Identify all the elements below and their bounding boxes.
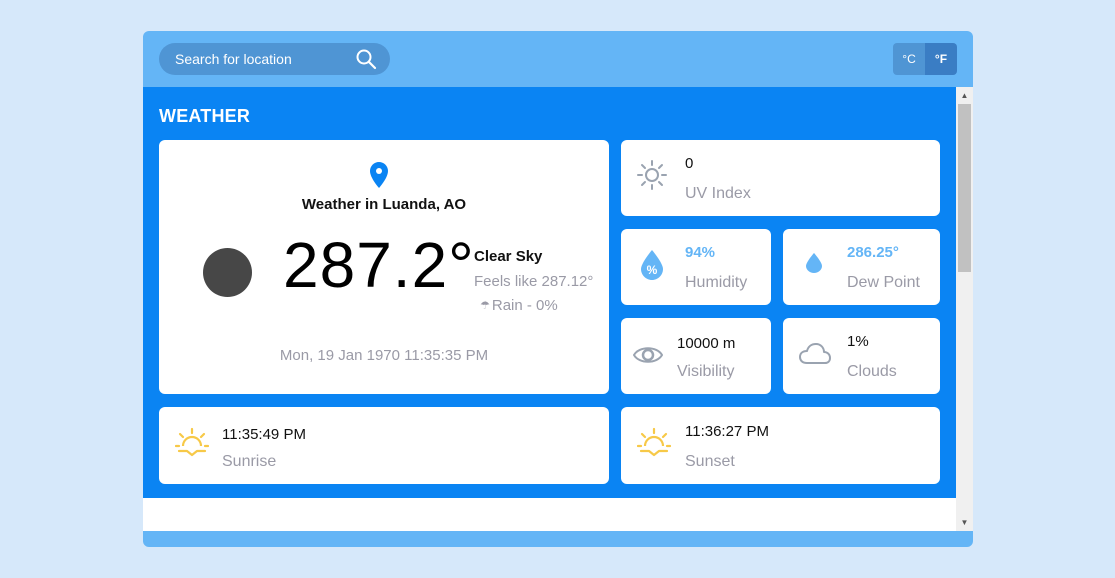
- weather-panel: WEATHER Weather in Luanda, AO 287.2° Cle…: [143, 87, 956, 498]
- sunset-card: 11:36:27 PM Sunset: [621, 407, 940, 484]
- clouds-value: 1%: [847, 333, 869, 350]
- humidity-card: % 94% Humidity: [621, 229, 771, 305]
- scrollbar[interactable]: ▲ ▼: [956, 87, 973, 531]
- sunset-icon: [636, 427, 672, 462]
- temperature: 287.2°: [283, 229, 475, 301]
- celsius-button[interactable]: °C: [893, 43, 925, 75]
- location-title: Weather in Luanda, AO: [301, 196, 467, 213]
- sunset-label: Sunset: [685, 453, 735, 470]
- uv-value: 0: [685, 155, 694, 172]
- svg-text:%: %: [647, 263, 658, 277]
- sunrise-icon: [174, 427, 210, 462]
- umbrella-icon: ☂: [480, 300, 490, 312]
- weather-condition-icon: [203, 248, 252, 297]
- eye-icon: [632, 343, 664, 372]
- rain-chance: ☂ Rain - 0%: [480, 297, 558, 314]
- sunset-time: 11:36:27 PM: [685, 423, 769, 440]
- visibility-value: 10000 m: [677, 335, 736, 352]
- sunrise-label: Sunrise: [222, 453, 277, 470]
- scrollbar-thumb[interactable]: [958, 104, 971, 272]
- dew-point-value: 286.25°: [847, 244, 899, 261]
- weather-app: °C °F WEATHER Weather in Luanda, AO 287.…: [143, 31, 973, 547]
- feels-like: Feels like 287.12°: [474, 273, 594, 290]
- sun-icon: [637, 160, 667, 195]
- unit-toggle: °C °F: [893, 43, 957, 75]
- search-input[interactable]: [175, 43, 345, 75]
- rain-text: Rain - 0%: [491, 297, 558, 314]
- search-icon[interactable]: [355, 48, 377, 70]
- date-time: Mon, 19 Jan 1970 11:35:35 PM: [279, 347, 489, 364]
- humidity-icon: %: [639, 250, 665, 285]
- scroll-up-icon[interactable]: ▲: [956, 87, 973, 104]
- humidity-label: Humidity: [685, 274, 748, 291]
- droplet-icon: [806, 253, 822, 278]
- uv-index-card: 0 UV Index: [621, 140, 940, 216]
- current-weather-card: Weather in Luanda, AO 287.2° Clear Sky F…: [159, 140, 609, 394]
- scroll-down-icon[interactable]: ▼: [956, 514, 973, 531]
- visibility-card: 10000 m Visibility: [621, 318, 771, 394]
- humidity-value: 94%: [685, 244, 716, 261]
- uv-label: UV Index: [685, 185, 751, 202]
- sunrise-time: 11:35:49 PM: [222, 426, 306, 443]
- top-bar: °C °F: [143, 31, 973, 87]
- section-title: WEATHER: [159, 106, 251, 126]
- dew-point-card: 286.25° Dew Point: [783, 229, 940, 305]
- location-pin-icon: [370, 162, 388, 188]
- clouds-card: 1% Clouds: [783, 318, 940, 394]
- visibility-label: Visibility: [677, 363, 735, 380]
- fahrenheit-button[interactable]: °F: [925, 43, 957, 75]
- condition: Clear Sky: [474, 248, 543, 265]
- clouds-label: Clouds: [847, 363, 897, 380]
- main-content: WEATHER Weather in Luanda, AO 287.2° Cle…: [143, 87, 956, 531]
- search-box[interactable]: [159, 43, 390, 75]
- cloud-icon: [799, 343, 831, 370]
- sunrise-card: 11:35:49 PM Sunrise: [159, 407, 609, 484]
- dew-point-label: Dew Point: [847, 274, 920, 291]
